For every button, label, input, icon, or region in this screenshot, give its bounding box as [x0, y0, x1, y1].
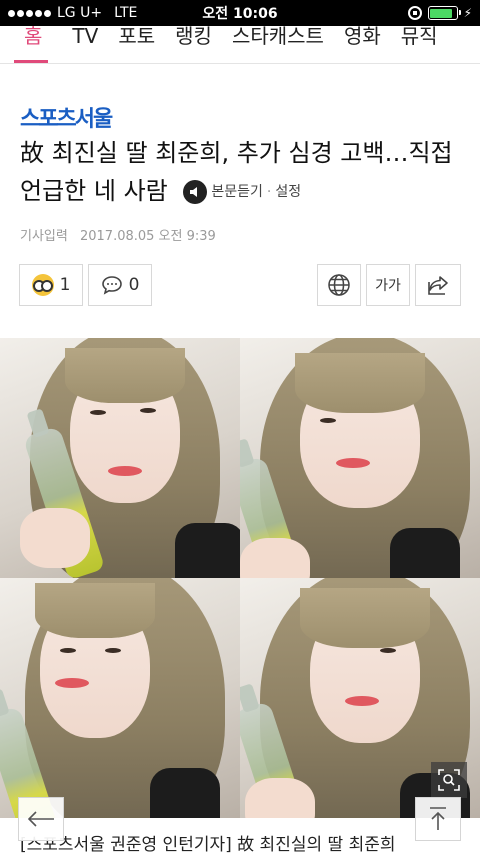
back-arrow-icon — [27, 811, 54, 827]
battery-icon — [427, 6, 461, 20]
article-photo[interactable] — [0, 338, 480, 818]
carrier-name: LG U+ — [57, 5, 103, 21]
scroll-top-button[interactable] — [415, 797, 461, 841]
reaction-count: 1 — [59, 275, 71, 295]
press-logo[interactable]: 스포츠서울 — [20, 101, 113, 133]
headline: 故 최진실 딸 최준희, 추가 심경 고백…직접 언급한 네 사람 본문듣기 ·… — [20, 134, 465, 211]
photo-zoom-button[interactable] — [431, 762, 467, 798]
font-size-label: 가가 — [375, 278, 401, 294]
back-button[interactable] — [18, 797, 64, 841]
translate-button[interactable] — [317, 264, 361, 306]
meta-label: 기사입력 — [20, 229, 68, 244]
comment-button[interactable]: 0 — [88, 264, 152, 306]
meta-date: 2017.08.05 오전 9:39 — [79, 229, 216, 244]
share-button[interactable] — [415, 264, 461, 306]
status-bar: LG U+ LTE 오전 10:06 ⚡ — [0, 0, 480, 26]
globe-icon — [328, 274, 350, 296]
tab-ranking[interactable]: 랭킹 — [165, 26, 222, 63]
network-type: LTE — [114, 5, 138, 21]
comment-count: 0 — [128, 275, 140, 295]
rotation-lock-icon — [407, 6, 422, 20]
scroll-top-icon — [430, 807, 446, 830]
top-nav: 홈 TV 포토 랭킹 스타캐스트 영화 뮤직 — [0, 26, 480, 64]
listen-button[interactable]: 본문듣기 — [211, 173, 263, 211]
tab-starcast[interactable]: 스타캐스트 — [222, 26, 334, 63]
font-size-button[interactable]: 가가 — [366, 264, 410, 306]
photo-panel — [0, 578, 240, 818]
zoom-icon — [438, 769, 460, 791]
charging-icon: ⚡ — [463, 6, 472, 20]
photo-panel — [0, 338, 240, 578]
photo-panel — [240, 338, 480, 578]
tab-music[interactable]: 뮤직 — [391, 26, 448, 63]
comment-icon — [101, 276, 122, 295]
speaker-icon[interactable] — [183, 180, 208, 204]
listen-settings-button[interactable]: 설정 — [275, 173, 301, 211]
article-caption: [스포츠서울 권준영 인턴기자] 故 최진실의 딸 최준희 — [20, 835, 396, 854]
article-meta: 기사입력 2017.08.05 오전 9:39 — [20, 225, 216, 244]
separator-dot: · — [266, 184, 272, 200]
reaction-button[interactable]: 1 — [19, 264, 83, 306]
emoji-icon — [31, 274, 54, 296]
tab-photo[interactable]: 포토 — [108, 26, 165, 63]
tab-movie[interactable]: 영화 — [334, 26, 391, 63]
tab-tv[interactable]: TV — [62, 26, 108, 63]
share-icon — [428, 276, 448, 295]
signal-strength-icon — [8, 9, 51, 17]
tab-home[interactable]: 홈 — [0, 26, 62, 63]
